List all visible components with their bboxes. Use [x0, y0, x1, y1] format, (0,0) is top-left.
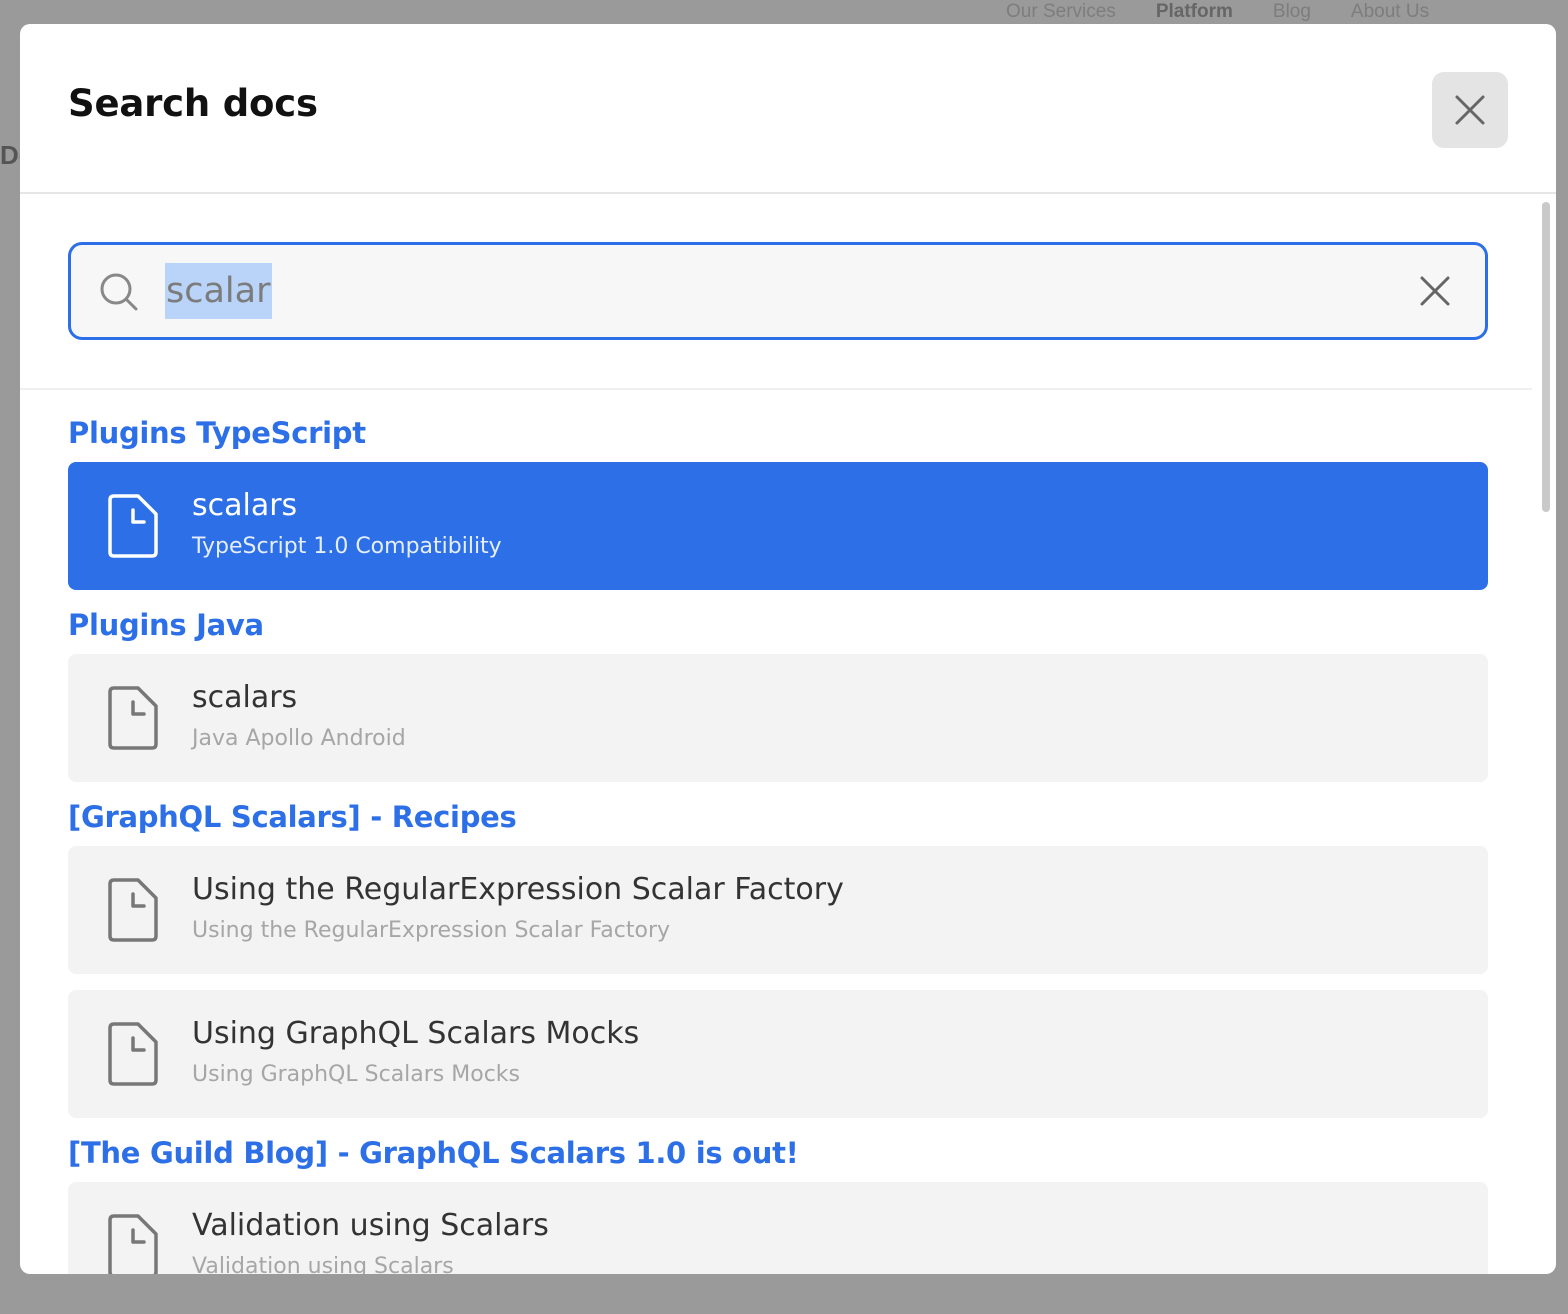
result-subtitle: Using GraphQL Scalars Mocks	[192, 1062, 521, 1087]
result-subtitle: TypeScript 1.0 Compatibility	[192, 534, 502, 559]
search-result[interactable]: scalars Java Apollo Android	[68, 654, 1488, 782]
scrollbar-thumb[interactable]	[1542, 202, 1550, 512]
modal-header: Search docs	[20, 24, 1556, 194]
background-nav-item: Blog	[1272, 1, 1311, 22]
document-icon	[108, 686, 158, 750]
group-heading: [The Guild Blog] - GraphQL Scalars 1.0 i…	[68, 1136, 799, 1170]
close-button[interactable]	[1432, 72, 1508, 148]
clear-search-button[interactable]	[1415, 271, 1455, 311]
group-heading: Plugins TypeScript	[68, 416, 366, 450]
close-icon	[1455, 95, 1485, 125]
document-icon	[108, 494, 158, 558]
result-subtitle: Validation using Scalars	[192, 1254, 454, 1274]
results-scroll-area[interactable]: scalar Plugins TypeScript scalars TypeSc…	[20, 194, 1556, 1274]
search-result[interactable]: Validation using Scalars Validation usin…	[68, 1182, 1488, 1274]
background-nav-item: About Us	[1350, 1, 1430, 22]
clear-icon	[1420, 276, 1450, 306]
background-page-title: Do	[0, 140, 20, 170]
background-nav: Our Services Platform Blog About Us	[1000, 0, 1568, 24]
search-field[interactable]: scalar	[68, 242, 1488, 340]
divider	[20, 388, 1532, 390]
background-nav-item: Platform	[1155, 1, 1233, 22]
group-heading: [GraphQL Scalars] - Recipes	[68, 800, 517, 834]
search-result[interactable]: scalars TypeScript 1.0 Compatibility	[68, 462, 1488, 590]
search-result[interactable]: Using GraphQL Scalars Mocks Using GraphQ…	[68, 990, 1488, 1118]
result-title: Using the RegularExpression Scalar Facto…	[192, 872, 844, 907]
search-modal: Search docs scalar Plugins TypeScript sc…	[20, 24, 1556, 1274]
result-title: Validation using Scalars	[192, 1208, 549, 1243]
result-subtitle: Java Apollo Android	[192, 726, 406, 751]
background-nav-item: Our Services	[1006, 1, 1116, 22]
result-title: Using GraphQL Scalars Mocks	[192, 1016, 640, 1051]
result-title: scalars	[192, 680, 298, 715]
search-icon	[100, 273, 138, 311]
result-title: scalars	[192, 488, 298, 523]
document-icon	[108, 1214, 158, 1274]
result-subtitle: Using the RegularExpression Scalar Facto…	[192, 918, 671, 943]
document-icon	[108, 878, 158, 942]
search-result[interactable]: Using the RegularExpression Scalar Facto…	[68, 846, 1488, 974]
modal-title: Search docs	[68, 82, 318, 125]
search-input[interactable]: scalar	[165, 263, 272, 319]
document-icon	[108, 1022, 158, 1086]
group-heading: Plugins Java	[68, 608, 264, 642]
